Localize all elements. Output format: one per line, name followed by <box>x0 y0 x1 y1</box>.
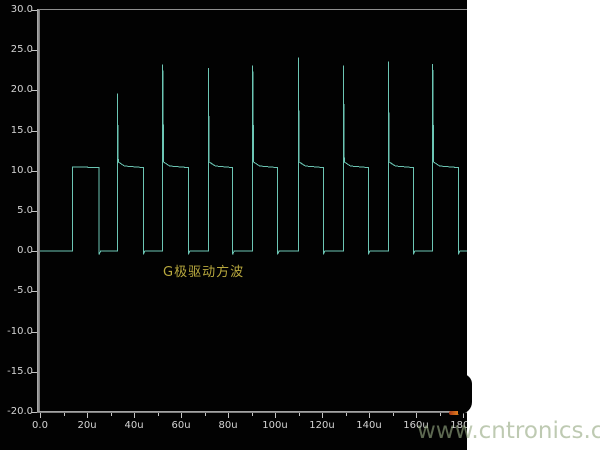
plot-edge-artifact <box>458 374 472 414</box>
plot-area: 30.025.020.015.010.05.00.0-5.0-10.0-15.0… <box>0 0 467 450</box>
watermark-text: www.cntronics.com <box>417 419 600 444</box>
waveform-annotation: G极驱动方波 <box>163 265 244 281</box>
simulation-screenshot: 30.025.020.015.010.05.00.0-5.0-10.0-15.0… <box>0 0 600 450</box>
square-wave-path <box>40 57 467 254</box>
waveform-trace <box>0 0 467 450</box>
